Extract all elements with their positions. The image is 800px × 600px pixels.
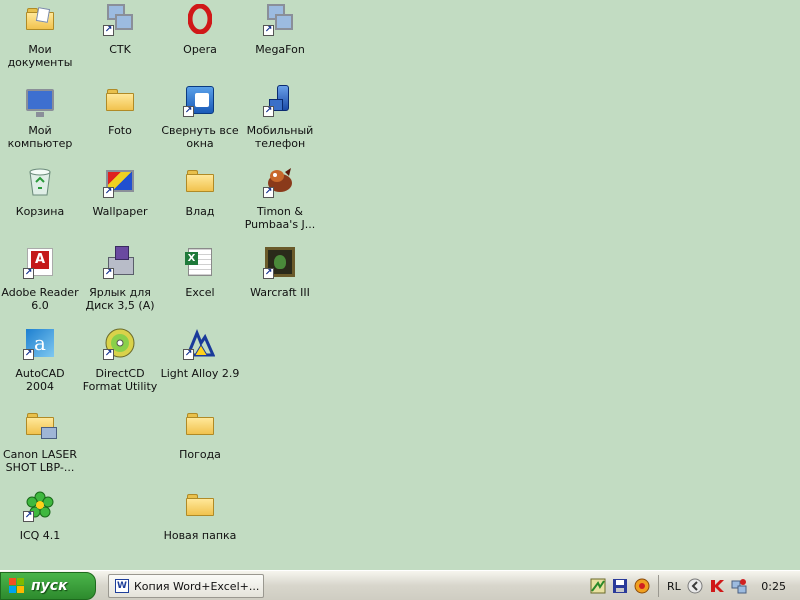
language-indicator[interactable]: RL bbox=[667, 580, 681, 593]
desktop-icon-excel[interactable]: X Excel bbox=[160, 243, 240, 321]
desktop-icon-label: Opera bbox=[183, 43, 217, 56]
timon-game-icon: ↗ bbox=[263, 164, 297, 198]
folder-icon bbox=[183, 407, 217, 441]
kaspersky-icon[interactable] bbox=[709, 578, 725, 594]
network-activity-icon[interactable] bbox=[590, 578, 606, 594]
folder-icon bbox=[103, 83, 137, 117]
start-button-label: пуск bbox=[31, 578, 68, 594]
desktop-icon-label: Light Alloy 2.9 bbox=[160, 367, 240, 380]
recycle-bin-icon bbox=[23, 164, 57, 198]
taskbar-item-word-document[interactable]: W Копия Word+Excel+... bbox=[108, 574, 264, 598]
desktop-icon-my-documents[interactable]: Мои документы bbox=[0, 0, 80, 78]
desktop-icon-warcraft[interactable]: ↗ Warcraft III bbox=[240, 243, 320, 321]
desktop-icon-light-alloy[interactable]: ↗ Light Alloy 2.9 bbox=[160, 324, 240, 402]
desktop-icon-new-folder[interactable]: Новая папка bbox=[160, 486, 240, 564]
desktop-icon-show-desktop[interactable]: ↗ Свернуть все окна bbox=[160, 81, 240, 159]
desktop-icon-label: Мой компьютер bbox=[7, 124, 73, 150]
desktop-icon-label: Мои документы bbox=[7, 43, 73, 69]
desktop-icon-autocad[interactable]: a ↗ AutoCAD 2004 bbox=[0, 324, 80, 402]
opera-icon bbox=[183, 2, 217, 36]
adobe-reader-icon: A ↗ bbox=[23, 245, 57, 279]
folder-icon bbox=[183, 488, 217, 522]
desktop-icon-adobe-reader[interactable]: A ↗ Adobe Reader 6.0 bbox=[0, 243, 80, 321]
word-document-icon: W bbox=[115, 579, 129, 593]
light-alloy-icon: ↗ bbox=[183, 326, 217, 360]
show-desktop-icon: ↗ bbox=[183, 83, 217, 117]
wallpaper-monitor-icon: ↗ bbox=[103, 164, 137, 198]
network-computers-icon: ↗ bbox=[263, 2, 297, 36]
collapse-arrow-icon[interactable] bbox=[687, 578, 703, 594]
desktop-icon-label: Новая папка bbox=[163, 529, 237, 542]
desktop-icon-icq[interactable]: ↗ ICQ 4.1 bbox=[0, 486, 80, 564]
taskbar-item-label: Копия Word+Excel+... bbox=[134, 579, 260, 593]
floppy-save-icon[interactable] bbox=[612, 578, 628, 594]
clock[interactable]: 0:25 bbox=[761, 580, 786, 593]
desktop-icon-label: Wallpaper bbox=[92, 205, 148, 218]
desktop-icon-my-computer[interactable]: Мой компьютер bbox=[0, 81, 80, 159]
desktop-icon-label: Warcraft III bbox=[250, 286, 310, 299]
desktop-icon-pogoda[interactable]: Погода bbox=[160, 405, 240, 483]
taskbar: пуск W Копия Word+Excel+... RL 0:25 bbox=[0, 570, 800, 600]
my-computer-icon bbox=[23, 83, 57, 117]
autocad-icon: a ↗ bbox=[23, 326, 57, 360]
desktop-icon-label: Timon & Pumbaa's J... bbox=[244, 205, 316, 231]
floppy-drive-icon: ↗ bbox=[103, 245, 137, 279]
my-documents-folder-icon bbox=[23, 2, 57, 36]
desktop: Мои документы Мой компьютер Корзина A ↗ … bbox=[0, 0, 800, 570]
desktop-icon-wallpaper[interactable]: ↗ Wallpaper bbox=[80, 162, 160, 240]
folder-icon bbox=[183, 164, 217, 198]
desktop-icon-label: CTK bbox=[109, 43, 131, 56]
desktop-icon-canon-printer[interactable]: Canon LASER SHOT LBP-... bbox=[0, 405, 80, 483]
desktop-icon-label: Корзина bbox=[15, 205, 65, 218]
desktop-icon-label: Excel bbox=[185, 286, 215, 299]
desktop-icon-floppy-drive[interactable]: ↗ Ярлык для Диск 3,5 (A) bbox=[80, 243, 160, 321]
desktop-icon-label: Погода bbox=[179, 448, 221, 461]
tray-separator bbox=[658, 575, 659, 597]
network-connection-icon[interactable] bbox=[731, 578, 747, 594]
network-computers-icon: ↗ bbox=[103, 2, 137, 36]
desktop-icon-opera[interactable]: Opera bbox=[160, 0, 240, 78]
desktop-icon-label: Foto bbox=[108, 124, 132, 137]
desktop-icon-label: Влад bbox=[185, 205, 215, 218]
windows-logo-icon bbox=[9, 578, 25, 594]
desktop-icon-megafon[interactable]: ↗ MegaFon bbox=[240, 0, 320, 78]
desktop-icon-label: MegaFon bbox=[255, 43, 305, 56]
media-player-icon[interactable] bbox=[634, 578, 650, 594]
mobile-phone-icon: ↗ bbox=[263, 83, 297, 117]
desktop-icon-label: Ярлык для Диск 3,5 (A) bbox=[85, 286, 155, 312]
desktop-icon-label: Adobe Reader 6.0 bbox=[1, 286, 79, 312]
desktop-icon-label: Canon LASER SHOT LBP-... bbox=[2, 448, 78, 474]
desktop-icon-ctk[interactable]: ↗ CTK bbox=[80, 0, 160, 78]
desktop-icon-label: DirectCD Format Utility bbox=[82, 367, 158, 393]
printer-folder-icon bbox=[23, 407, 57, 441]
icq-flower-icon: ↗ bbox=[23, 488, 57, 522]
warcraft-icon: ↗ bbox=[263, 245, 297, 279]
cd-disc-icon: ↗ bbox=[103, 326, 137, 360]
excel-icon: X bbox=[183, 245, 217, 279]
desktop-icon-recycle-bin[interactable]: Корзина bbox=[0, 162, 80, 240]
system-tray: RL 0:25 bbox=[584, 571, 800, 600]
desktop-icon-mobile-phone[interactable]: ↗ Мобильный телефон bbox=[240, 81, 320, 159]
desktop-icon-label: Мобильный телефон bbox=[246, 124, 314, 150]
desktop-icon-label: ICQ 4.1 bbox=[19, 529, 61, 542]
start-button[interactable]: пуск bbox=[0, 572, 96, 600]
desktop-icon-foto[interactable]: Foto bbox=[80, 81, 160, 159]
desktop-icon-label: Свернуть все окна bbox=[161, 124, 239, 150]
desktop-icon-vlad[interactable]: Влад bbox=[160, 162, 240, 240]
desktop-icon-label: AutoCAD 2004 bbox=[15, 367, 65, 393]
desktop-icon-directcd[interactable]: ↗ DirectCD Format Utility bbox=[80, 324, 160, 402]
desktop-icon-timon-pumbaa[interactable]: ↗ Timon & Pumbaa's J... bbox=[240, 162, 320, 240]
